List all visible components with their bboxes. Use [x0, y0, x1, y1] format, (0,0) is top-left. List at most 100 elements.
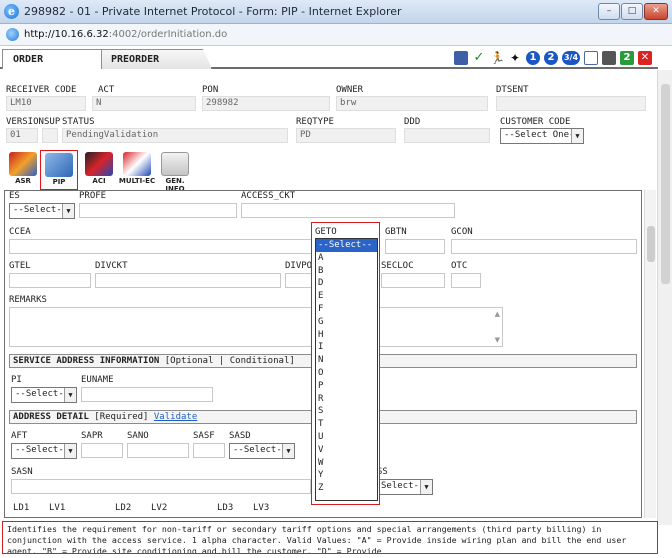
page-p2-button[interactable]: 2: [620, 51, 634, 65]
ld3-label: LD3: [217, 503, 234, 513]
gcon-input[interactable]: [451, 239, 637, 254]
tab-strip: PREORDER ORDER ✓ 🏃 ✦ 1 2 3/4 2 ✕: [0, 47, 658, 69]
gcon-label: GCON: [451, 227, 473, 237]
geto-option[interactable]: Y: [316, 469, 377, 482]
lv2-label: LV2: [151, 503, 168, 513]
page-two-button[interactable]: 2: [544, 51, 558, 65]
sasn-input[interactable]: [11, 479, 311, 494]
tab-preorder[interactable]: PREORDER: [100, 49, 212, 69]
chevron-down-icon: ▼: [64, 444, 76, 458]
asr-form-button[interactable]: ASR: [4, 150, 42, 190]
geto-option[interactable]: Z: [316, 482, 377, 495]
act-label: ACT: [98, 85, 115, 95]
geto-option[interactable]: P: [316, 380, 377, 393]
geto-option[interactable]: W: [316, 457, 377, 470]
geto-option[interactable]: U: [316, 431, 377, 444]
aft-select[interactable]: --Select-- ▼: [11, 443, 77, 459]
scroll-down-icon[interactable]: ▼: [495, 336, 500, 344]
version-label: VERSION: [6, 117, 44, 127]
remarks-label: REMARKS: [9, 295, 47, 305]
sasf-input[interactable]: [193, 443, 225, 458]
sapr-input[interactable]: [81, 443, 123, 458]
geto-option[interactable]: E: [316, 290, 377, 303]
save-icon[interactable]: [454, 51, 468, 65]
runner-icon[interactable]: 🏃: [490, 51, 505, 65]
validate-link[interactable]: Validate: [154, 412, 197, 422]
geto-option[interactable]: R: [316, 393, 377, 406]
person-icon[interactable]: ✦: [508, 51, 522, 65]
page-one-button[interactable]: 1: [526, 51, 540, 65]
euname-input[interactable]: [81, 387, 213, 402]
page-three-four-button[interactable]: 3/4: [562, 51, 580, 65]
geto-option[interactable]: V: [316, 444, 377, 457]
minimize-button[interactable]: –: [598, 3, 620, 20]
address-bar[interactable]: http://10.16.6.32:4002/orderInitiation.d…: [0, 24, 672, 46]
form-scrollbar[interactable]: [644, 190, 656, 518]
pi-select[interactable]: --Select-- ▼: [11, 387, 77, 403]
pip-form-button[interactable]: PIP: [40, 150, 78, 190]
toolbar: ✓ 🏃 ✦ 1 2 3/4 2 ✕: [454, 49, 652, 67]
chevron-down-icon: ▼: [62, 204, 74, 218]
ccea-input[interactable]: [9, 239, 313, 254]
owner-label: OWNER: [336, 85, 364, 95]
exit-icon[interactable]: ✕: [638, 51, 652, 65]
access-ckt-input[interactable]: [241, 203, 455, 218]
aci-icon: [85, 152, 113, 176]
page-scrollbar-thumb[interactable]: [661, 84, 670, 284]
geto-option[interactable]: --Select--: [316, 239, 377, 252]
customer-code-select[interactable]: --Select One-- ▼: [500, 128, 584, 144]
divckt-input[interactable]: [95, 273, 281, 288]
form-scrollbar-thumb[interactable]: [647, 226, 655, 262]
access-ckt-label: ACCESS_CKT: [241, 191, 296, 201]
url-text[interactable]: http://10.16.6.32:4002/orderInitiation.d…: [24, 29, 227, 40]
geto-option[interactable]: F: [316, 303, 377, 316]
geto-option[interactable]: H: [316, 329, 377, 342]
gen-info-form-button[interactable]: GEN. INFO: [156, 150, 194, 193]
divckt-label: DIVCKT: [95, 261, 128, 271]
geto-option[interactable]: I: [316, 341, 377, 354]
window-title: 298982 - 01 - Private Internet Protocol …: [24, 5, 402, 18]
status-label: STATUS: [62, 117, 95, 127]
otc-input[interactable]: [451, 273, 481, 288]
print-icon[interactable]: [602, 51, 616, 65]
tab-order[interactable]: ORDER: [2, 49, 102, 69]
form-type-icons: ASR PIP ACI MULTI-EC GEN. INFO: [4, 150, 194, 193]
receiver-code-field: LM10: [6, 96, 86, 111]
gtel-input[interactable]: [9, 273, 91, 288]
remarks-textarea[interactable]: ▲ ▼: [9, 307, 503, 347]
geto-options-list[interactable]: --Select-- A B D E F G H I N O P R S T U V W Y Z: [315, 238, 378, 501]
geto-option[interactable]: T: [316, 418, 377, 431]
us-map-icon: [123, 152, 151, 176]
geto-option[interactable]: B: [316, 265, 377, 278]
sasn-label: SASN: [11, 467, 33, 477]
gbtn-input[interactable]: [385, 239, 445, 254]
euname-label: EUNAME: [81, 375, 114, 385]
page-scrollbar[interactable]: [657, 70, 672, 525]
asr-icon: [9, 152, 37, 176]
geto-option[interactable]: S: [316, 405, 377, 418]
lv3-label: LV3: [253, 503, 270, 513]
owner-field: brw: [336, 96, 488, 111]
es-select[interactable]: --Select-- ▼: [9, 203, 75, 219]
chevron-down-icon: ▼: [282, 444, 294, 458]
geto-option[interactable]: O: [316, 367, 377, 380]
close-button[interactable]: ✕: [644, 3, 668, 20]
profe-input[interactable]: [79, 203, 237, 218]
sano-input[interactable]: [127, 443, 189, 458]
geto-dropdown[interactable]: GE T O --Select-- A B D E F G H I N O P R S T U V W Y Z: [311, 222, 380, 505]
geto-option[interactable]: D: [316, 277, 377, 290]
divpon-input[interactable]: [285, 273, 313, 288]
ss-select[interactable]: Select-- ▼: [377, 479, 433, 495]
secloc-input[interactable]: [381, 273, 445, 288]
scroll-up-icon[interactable]: ▲: [495, 310, 500, 318]
sasd-select[interactable]: --Select-- ▼: [229, 443, 295, 459]
aci-form-button[interactable]: ACI: [80, 150, 118, 190]
maximize-button[interactable]: □: [621, 3, 643, 20]
geto-option[interactable]: G: [316, 316, 377, 329]
multi-ec-form-button[interactable]: MULTI-EC: [118, 150, 156, 190]
act-field: N: [92, 96, 196, 111]
checkmark-icon[interactable]: ✓: [472, 51, 486, 65]
geto-option[interactable]: A: [316, 252, 377, 265]
geto-option[interactable]: N: [316, 354, 377, 367]
book-icon[interactable]: [584, 51, 598, 65]
